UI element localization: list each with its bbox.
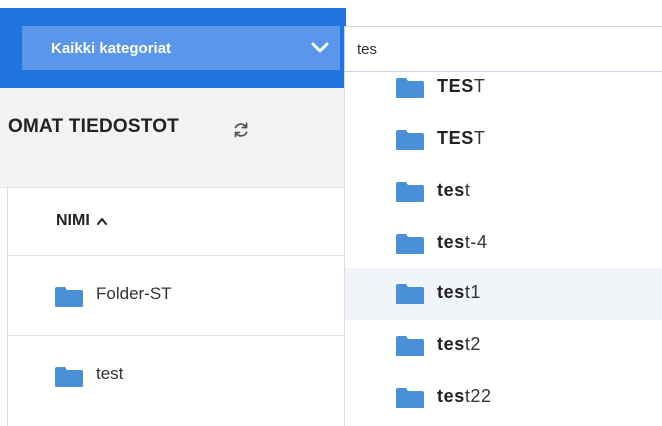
column-header-name[interactable]: NIMI bbox=[8, 188, 346, 256]
chevron-down-icon bbox=[311, 42, 329, 53]
file-list-panel: OMAT TIEDOSTOT NIMI Folder-ST test bbox=[0, 88, 346, 426]
suggestion-item[interactable]: TEST bbox=[345, 72, 662, 114]
folder-icon bbox=[396, 182, 424, 202]
panel-header: OMAT TIEDOSTOT bbox=[0, 88, 346, 188]
suggestion-label: test bbox=[437, 180, 471, 200]
search-suggestions: TEST TEST test test-4 test1 test2 test22 bbox=[344, 72, 662, 426]
suggestion-item-highlighted[interactable]: test1 bbox=[345, 268, 662, 320]
folder-icon bbox=[396, 336, 424, 356]
sort-ascending-icon bbox=[96, 218, 107, 225]
category-select[interactable]: Kaikki kategoriat bbox=[22, 26, 340, 70]
table-row[interactable]: Folder-ST bbox=[8, 256, 346, 336]
table-row[interactable]: test bbox=[8, 336, 346, 426]
folder-icon bbox=[55, 287, 83, 307]
suggestion-label: test2 bbox=[437, 334, 482, 354]
app-window: Kaikki kategoriat tes OMAT TIEDOSTOT NIM… bbox=[0, 0, 662, 426]
suggestion-label: test22 bbox=[437, 386, 492, 406]
page-title: OMAT TIEDOSTOT bbox=[8, 116, 179, 137]
folder-icon bbox=[396, 284, 424, 304]
suggestion-item[interactable]: test-4 bbox=[345, 218, 662, 270]
column-header-label: NIMI bbox=[56, 212, 90, 229]
suggestion-label: test1 bbox=[437, 282, 482, 302]
suggestion-item[interactable]: test22 bbox=[345, 372, 662, 424]
folder-icon bbox=[396, 78, 424, 98]
folder-icon bbox=[396, 234, 424, 254]
suggestion-label: TEST bbox=[437, 128, 486, 148]
suggestion-item[interactable]: test2 bbox=[345, 320, 662, 372]
suggestion-label: test-4 bbox=[437, 232, 488, 252]
suggestion-label: TEST bbox=[437, 76, 486, 96]
file-name[interactable]: Folder-ST bbox=[96, 284, 172, 304]
refresh-icon[interactable] bbox=[232, 121, 250, 139]
folder-icon bbox=[396, 388, 424, 408]
search-input-value: tes bbox=[357, 40, 378, 58]
top-strip bbox=[0, 0, 662, 8]
file-name[interactable]: test bbox=[96, 364, 123, 384]
search-input[interactable]: tes bbox=[344, 26, 662, 72]
suggestion-item[interactable]: TEST bbox=[345, 114, 662, 166]
suggestion-item[interactable]: test bbox=[345, 166, 662, 218]
folder-icon bbox=[55, 367, 83, 387]
folder-icon bbox=[396, 130, 424, 150]
category-select-label: Kaikki kategoriat bbox=[51, 39, 172, 57]
